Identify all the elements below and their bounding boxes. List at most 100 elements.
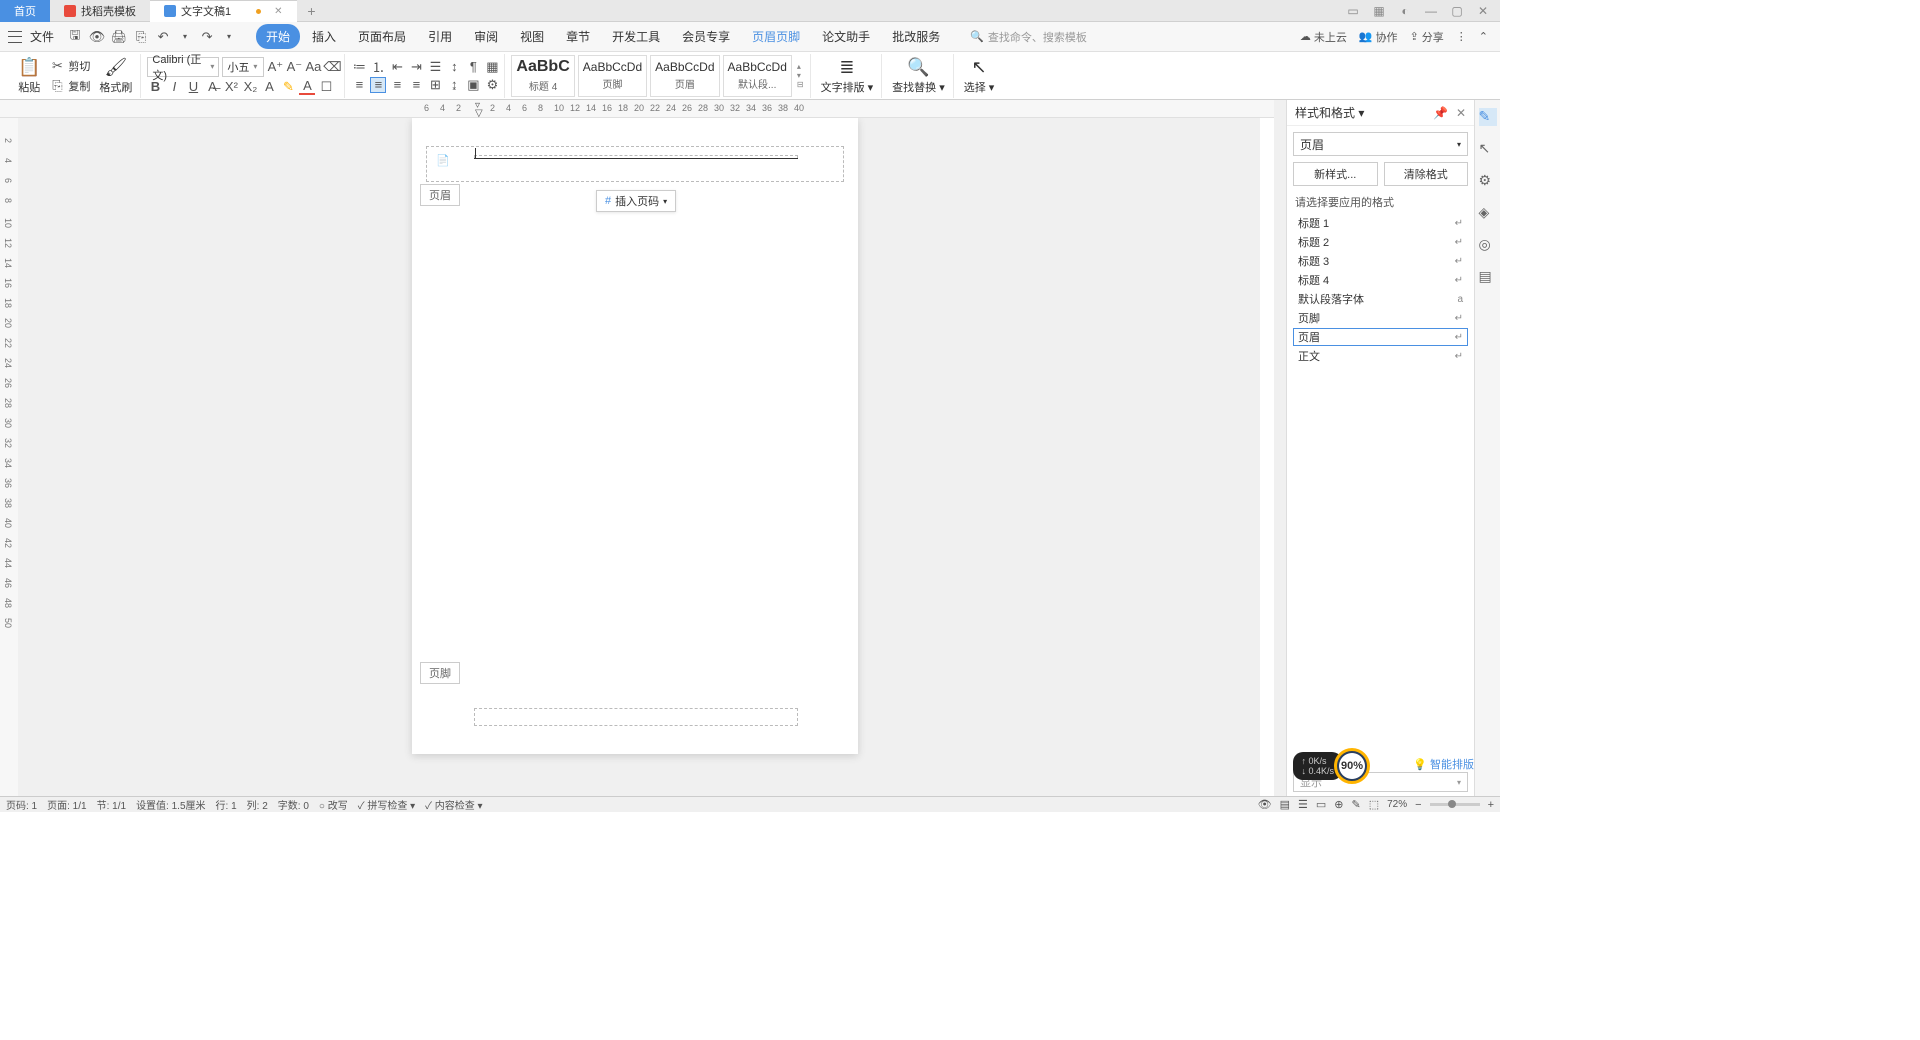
export-icon[interactable]: ⎘ (132, 28, 150, 46)
char-border-icon[interactable]: ☐ (318, 79, 334, 95)
page[interactable]: 📄 页眉 # 插入页码 ▾ 页脚 (412, 118, 858, 754)
collab-button[interactable]: 👥协作 (1359, 29, 1398, 45)
borders-icon[interactable]: ▦ (484, 59, 500, 75)
eye-icon[interactable]: 👁 (1258, 798, 1272, 811)
format-painter-button[interactable]: 🖌 格式刷 (95, 55, 136, 97)
more-icon[interactable]: ⋮ (1456, 30, 1467, 43)
tab-member[interactable]: 会员专享 (672, 24, 740, 49)
style-expand-icon[interactable]: ⊟ (797, 80, 804, 89)
collapse-ribbon-icon[interactable]: ⌃ (1479, 30, 1488, 43)
save-icon[interactable]: 🖫 (66, 28, 84, 46)
zoom-value[interactable]: 72% (1387, 799, 1407, 810)
cloud-status[interactable]: ☁未上云 (1300, 29, 1347, 45)
sb-column[interactable]: 列: 2 (247, 797, 268, 812)
grid-icon[interactable]: ▦ (1372, 4, 1386, 18)
cut-button[interactable]: ✂剪切 (47, 57, 92, 75)
sb-spell-check[interactable]: ✓ 拼写检查 ▾ (358, 797, 415, 812)
sb-words[interactable]: 字数: 0 (278, 797, 309, 812)
minimize-button[interactable]: — (1424, 4, 1438, 18)
pin-icon[interactable]: 📌 (1433, 106, 1448, 120)
tab-page-layout[interactable]: 页面布局 (348, 24, 416, 49)
tab-chapters[interactable]: 章节 (556, 24, 600, 49)
style-item-heading3[interactable]: 标题 3↵ (1293, 252, 1468, 270)
highlight-icon[interactable]: ✎ (280, 79, 296, 95)
first-line-marker-icon[interactable]: ▿ (475, 100, 480, 111)
view-read-icon[interactable]: ▭ (1316, 798, 1326, 811)
view-outline-icon[interactable]: ☰ (1298, 798, 1308, 811)
share-button[interactable]: ⇪分享 (1410, 29, 1444, 45)
superscript-icon[interactable]: X² (223, 79, 239, 95)
style-item-heading2[interactable]: 标题 2↵ (1293, 233, 1468, 251)
style-header[interactable]: AaBbCcDd页眉 (650, 55, 719, 97)
tab-paper-helper[interactable]: 论文助手 (812, 24, 880, 49)
tab-start[interactable]: 开始 (256, 24, 300, 49)
copy-button[interactable]: ⎘复制 (47, 77, 92, 95)
style-item-footer[interactable]: 页脚↵ (1293, 309, 1468, 327)
redo-dropdown-icon[interactable]: ▾ (220, 28, 238, 46)
new-style-button[interactable]: 新样式... (1293, 162, 1378, 186)
cursor-tool-icon[interactable]: ↖ (1479, 140, 1497, 158)
sb-page[interactable]: 页面: 1/1 (47, 797, 86, 812)
clear-format-button[interactable]: 清除格式 (1384, 162, 1469, 186)
font-size-select[interactable]: 小五▾ (222, 57, 264, 77)
vertical-scrollbar[interactable] (1274, 100, 1286, 796)
hamburger-icon[interactable] (8, 31, 22, 43)
decrease-indent-icon[interactable]: ⇤ (389, 59, 405, 75)
font-name-select[interactable]: Calibri (正文)▾ (147, 57, 219, 77)
tab-header-footer[interactable]: 页眉页脚 (742, 24, 810, 49)
vertical-ruler[interactable]: 2 4 6 8 10 12 14 16 18 20 22 24 26 28 30… (0, 118, 18, 796)
close-window-button[interactable]: ✕ (1476, 4, 1490, 18)
header-zone[interactable] (426, 146, 844, 182)
subscript-icon[interactable]: X₂ (242, 79, 258, 95)
undo-icon[interactable]: ↶ (154, 28, 172, 46)
smart-layout-link[interactable]: 💡智能排版 (1413, 756, 1474, 772)
align-center-icon[interactable]: ≡ (370, 77, 386, 93)
font-effects-icon[interactable]: A (261, 79, 277, 95)
align-right-icon[interactable]: ≡ (389, 77, 405, 93)
undo-dropdown-icon[interactable]: ▾ (176, 28, 194, 46)
zoom-slider[interactable] (1430, 803, 1480, 806)
tab-view[interactable]: 视图 (510, 24, 554, 49)
print-preview-icon[interactable]: 👁 (88, 28, 106, 46)
bold-icon[interactable]: B (147, 79, 163, 95)
sort-icon[interactable]: ☰ (427, 59, 443, 75)
sb-position[interactable]: 设置值: 1.5厘米 (136, 797, 205, 812)
find-replace-button[interactable]: 🔍 查找替换 ▾ (888, 55, 949, 97)
numbering-icon[interactable]: ⒈ (370, 59, 386, 75)
change-case-icon[interactable]: Aa (305, 59, 321, 75)
sb-section[interactable]: 节: 1/1 (97, 797, 126, 812)
tab-review[interactable]: 审阅 (464, 24, 508, 49)
style-item-heading1[interactable]: 标题 1↵ (1293, 214, 1468, 232)
style-item-body[interactable]: 正文↵ (1293, 347, 1468, 365)
paste-button[interactable]: 📋 粘贴 (14, 55, 44, 97)
zoom-in-icon[interactable]: + (1488, 799, 1494, 811)
settings-tool-icon[interactable]: ⚙ (1479, 172, 1497, 190)
command-search[interactable]: 🔍 查找命令、搜索模板 (970, 29, 1087, 45)
view-page-icon[interactable]: ▤ (1280, 798, 1290, 811)
distribute-icon[interactable]: ⊞ (427, 77, 443, 93)
print-icon[interactable]: 🖨 (110, 28, 128, 46)
tab-template[interactable]: 找稻壳模板 (50, 0, 150, 22)
italic-icon[interactable]: I (166, 79, 182, 95)
style-item-default-font[interactable]: 默认段落字体a (1293, 290, 1468, 308)
decrease-font-icon[interactable]: A⁻ (286, 59, 302, 75)
shading-icon[interactable]: ▣ (465, 77, 481, 93)
align-left-icon[interactable]: ≡ (351, 77, 367, 93)
select-button[interactable]: ↖ 选择 ▾ (960, 55, 999, 97)
style-scroll-down-icon[interactable]: ▾ (797, 71, 804, 80)
read-tool-icon[interactable]: ▤ (1479, 268, 1497, 286)
strikethrough-icon[interactable]: A̶ (204, 79, 220, 95)
sb-revise-toggle[interactable]: ○ 改写 (319, 797, 348, 812)
increase-font-icon[interactable]: A⁺ (267, 59, 283, 75)
media-tool-icon[interactable]: ◈ (1479, 204, 1497, 222)
sb-content-check[interactable]: ✓ 内容检查 ▾ (425, 797, 482, 812)
current-style-select[interactable]: 页眉 ▾ (1293, 132, 1468, 156)
layout-icon[interactable]: ▭ (1346, 4, 1360, 18)
close-panel-icon[interactable]: ✕ (1456, 106, 1466, 120)
tab-doc[interactable]: 文字文稿1 ✕ (150, 0, 297, 22)
clear-format-icon[interactable]: ⌫ (324, 59, 340, 75)
align-justify-icon[interactable]: ≡ (408, 77, 424, 93)
insert-page-number-button[interactable]: # 插入页码 ▾ (596, 190, 676, 212)
style-item-header[interactable]: 页眉↵ (1293, 328, 1468, 346)
view-web-icon[interactable]: ⊕ (1334, 798, 1343, 811)
